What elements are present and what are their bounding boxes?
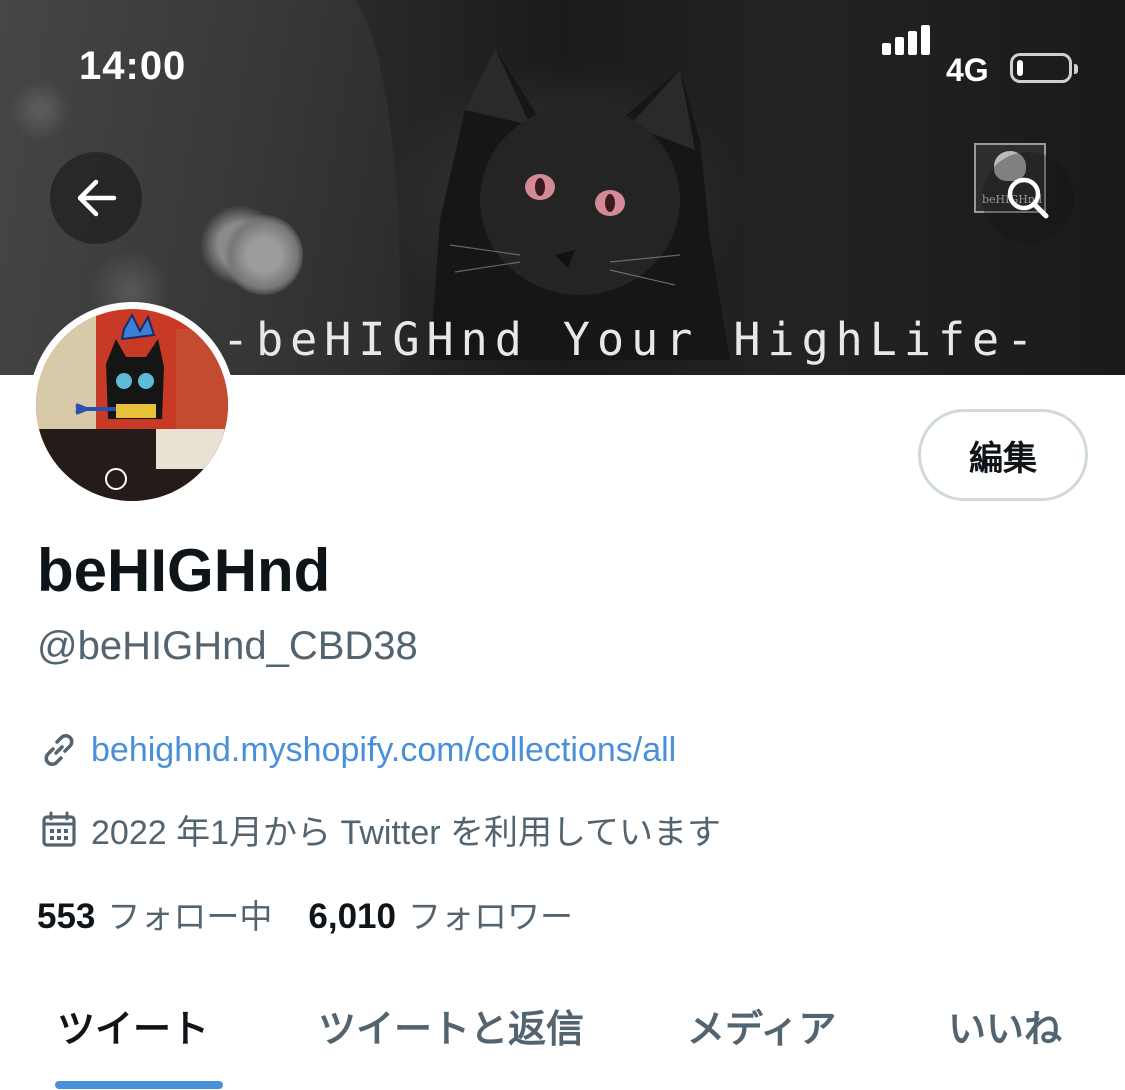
follow-stats: 553 フォロー中 6,010 フォロワー xyxy=(37,890,609,938)
banner-cat-image xyxy=(430,48,730,360)
battery-icon xyxy=(1010,53,1078,83)
tab-tweets-and-replies[interactable]: ツイートと返信 xyxy=(318,998,584,1053)
banner-lichen xyxy=(225,215,303,295)
followers-label: フォロワー xyxy=(408,898,573,935)
tab-tweets[interactable]: ツイート xyxy=(57,998,209,1053)
profile-display-name: beHIGHnd xyxy=(37,537,331,604)
battery-level xyxy=(1017,60,1023,76)
network-type: 4G xyxy=(946,52,989,88)
calendar-icon xyxy=(37,808,81,852)
back-button[interactable] xyxy=(50,152,142,244)
following-count: 553 xyxy=(37,897,96,936)
avatar-artwork xyxy=(36,309,228,501)
arrow-left-icon xyxy=(77,179,117,217)
following-link[interactable]: 553 フォロー中 xyxy=(37,890,308,938)
tab-media[interactable]: メディア xyxy=(687,998,836,1053)
active-tab-indicator xyxy=(55,1081,223,1089)
search-button[interactable] xyxy=(982,152,1074,244)
profile-website-link[interactable]: behighnd.myshopify.com/collections/all xyxy=(91,731,676,770)
profile-joined-date: 2022 年1月から Twitter を利用しています xyxy=(91,814,721,852)
search-icon xyxy=(1007,177,1049,219)
edit-profile-button[interactable]: 編集 xyxy=(918,409,1088,501)
followers-count: 6,010 xyxy=(308,897,396,936)
profile-tabs: ツイート ツイートと返信 メディア いいね xyxy=(0,990,1125,1090)
status-time: 14:00 xyxy=(79,44,187,88)
profile-joined-row: 2022 年1月から Twitter を利用しています xyxy=(37,805,721,854)
link-icon xyxy=(37,728,81,772)
profile-website-row: behighnd.myshopify.com/collections/all xyxy=(37,728,676,772)
banner-caption: -beHIGHnd Your HighLife- xyxy=(222,313,1041,366)
profile-avatar[interactable] xyxy=(29,302,235,508)
followers-link[interactable]: 6,010 フォロワー xyxy=(308,890,609,938)
following-label: フォロー中 xyxy=(107,898,273,935)
profile-handle: @beHIGHnd_CBD38 xyxy=(37,624,418,668)
tab-likes[interactable]: いいね xyxy=(948,998,1062,1053)
